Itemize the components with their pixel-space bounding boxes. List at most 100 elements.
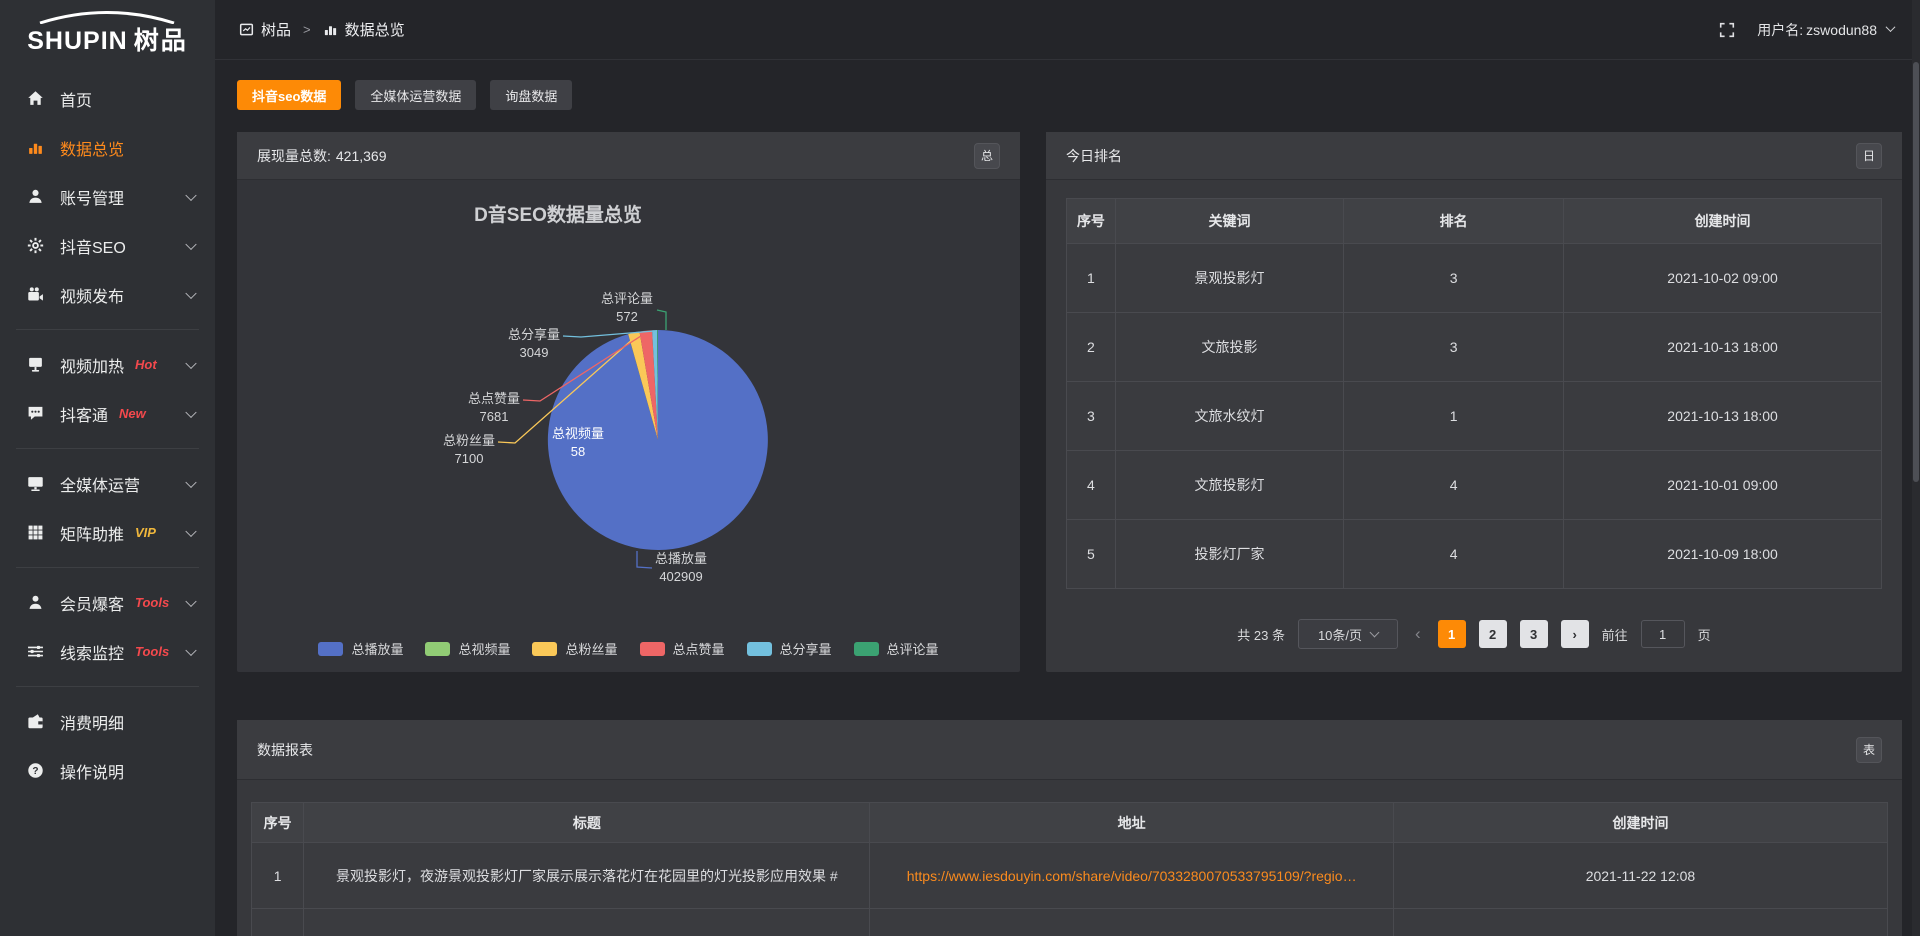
- cell: 2021-10-13 18:00: [1564, 313, 1882, 382]
- breadcrumb-item-overview[interactable]: 数据总览: [323, 19, 405, 40]
- report-panel-header: 数据报表 表: [237, 720, 1902, 780]
- app-icon: [239, 22, 254, 37]
- chart-legend: 总播放量 总视频量 总粉丝量 总点赞量 总分享量 总评论量: [237, 639, 1020, 658]
- chart-title: D音SEO数据量总览: [237, 200, 879, 227]
- legend-swatch: [532, 642, 557, 656]
- cell: [252, 909, 304, 936]
- sidebar-item-clue-monitor[interactable]: 线索监控 Tools: [0, 627, 215, 676]
- tab-inquiry-data[interactable]: 询盘数据: [490, 80, 572, 110]
- pie-label-4: 总分享量3049: [508, 326, 560, 362]
- sidebar-item-badge: VIP: [135, 525, 156, 540]
- brand-cn: 树品: [134, 27, 188, 55]
- sidebar-item-consume-detail[interactable]: 消费明细: [0, 697, 215, 746]
- sidebar-item-help[interactable]: ? 操作说明: [0, 746, 215, 795]
- sidebar-divider: [16, 567, 199, 568]
- page-size-value: 10条/页: [1318, 625, 1362, 644]
- brand-name: SHUPIN树品: [27, 21, 187, 57]
- sidebar-item-media-ops[interactable]: 全媒体运营: [0, 459, 215, 508]
- page-button-3[interactable]: 3: [1520, 620, 1548, 648]
- pie-label-value: 3049: [508, 344, 560, 362]
- legend-item-4[interactable]: 总分享量: [747, 639, 832, 658]
- pie-chart[interactable]: [237, 180, 1020, 672]
- legend-item-1[interactable]: 总视频量: [425, 639, 510, 658]
- cell: 文旅投影: [1115, 313, 1343, 382]
- impression-total: 展现量总数: 421,369: [257, 146, 387, 166]
- legend-item-2[interactable]: 总粉丝量: [532, 639, 617, 658]
- sidebar-item-label: 线索监控: [60, 640, 124, 664]
- sidebar-item-account[interactable]: 账号管理: [0, 172, 215, 221]
- pie-label-value: 402909: [655, 568, 707, 586]
- monitor-icon: [27, 475, 47, 492]
- tab-bar: 抖音seo数据全媒体运营数据询盘数据: [237, 80, 1902, 110]
- pie-label-line: [637, 551, 652, 568]
- sidebar-item-douketong[interactable]: 抖客通New: [0, 389, 215, 438]
- sidebar-item-badge: Tools: [135, 644, 169, 659]
- total-view-button[interactable]: 总: [974, 143, 1000, 169]
- sidebar-item-member-baoke[interactable]: 会员爆客Tools: [0, 578, 215, 627]
- legend-swatch: [318, 642, 343, 656]
- tab-douyin-seo-data[interactable]: 抖音seo数据: [237, 80, 341, 110]
- table-row: 1景观投影灯，夜游景观投影灯厂家展示展示落花灯在花园里的灯光投影应用效果 #ht…: [252, 843, 1888, 909]
- pie-label-name: 总粉丝量: [443, 432, 495, 450]
- page-button-2[interactable]: 2: [1479, 620, 1507, 648]
- cell: 4: [1344, 520, 1564, 589]
- page-size-select[interactable]: 10条/页: [1298, 619, 1398, 649]
- daily-view-button[interactable]: 日: [1856, 143, 1882, 169]
- table-header-row: 序号标题地址创建时间: [252, 803, 1888, 843]
- legend-item-5[interactable]: 总评论量: [854, 639, 939, 658]
- svg-text:?: ?: [32, 766, 38, 777]
- scrollbar-thumb[interactable]: [1913, 62, 1919, 482]
- cell: 5: [1067, 520, 1116, 589]
- prev-page-button[interactable]: ‹: [1411, 624, 1425, 644]
- cell: [870, 909, 1394, 936]
- page-button-1[interactable]: 1: [1438, 620, 1466, 648]
- pie-label-value: 7100: [443, 450, 495, 468]
- sliders-icon: [27, 643, 47, 660]
- goto-label: 前往: [1602, 625, 1628, 644]
- sidebar-item-label: 全媒体运营: [60, 472, 140, 496]
- tab-media-ops-data[interactable]: 全媒体运营数据: [355, 80, 476, 110]
- sidebar-item-label: 抖音SEO: [60, 234, 126, 258]
- pie-label-3: 总点赞量7681: [468, 390, 520, 426]
- main-area: 树品 > 数据总览 用户名: zswodun88: [215, 0, 1920, 936]
- pie-label-1: 总视频量58: [552, 425, 604, 461]
- chevron-down-icon: [185, 406, 196, 417]
- sidebar: SHUPIN树品 首页数据总览账号管理抖音SEO 视频发布视频加热Hot抖客通Ne…: [0, 0, 215, 936]
- sidebar-item-matrix-boost[interactable]: 矩阵助推VIP: [0, 508, 215, 557]
- legend-item-3[interactable]: 总点赞量: [640, 639, 725, 658]
- sidebar-item-overview[interactable]: 数据总览: [0, 123, 215, 172]
- breadcrumb-item-home[interactable]: 树品: [239, 19, 291, 40]
- table-view-button[interactable]: 表: [1856, 737, 1882, 763]
- page-scrollbar[interactable]: [1912, 0, 1920, 936]
- chart-panel: 展现量总数: 421,369 总 D音SEO数据量总览 总播放量 总视频量 总粉丝量…: [237, 132, 1020, 672]
- cell-time: 2021-11-22 12:08: [1393, 843, 1887, 909]
- sidebar-divider: [16, 329, 199, 330]
- next-page-button[interactable]: ›: [1561, 620, 1589, 648]
- column-header: 序号: [252, 803, 304, 843]
- goto-suffix: 页: [1698, 625, 1711, 644]
- pagination-total: 共 23 条: [1237, 625, 1285, 644]
- user-menu[interactable]: 用户名: zswodun88: [1757, 20, 1894, 40]
- cell: 1: [1067, 244, 1116, 313]
- fullscreen-icon[interactable]: [1719, 22, 1735, 38]
- sidebar-item-video-heat[interactable]: 视频加热Hot: [0, 340, 215, 389]
- impression-total-value: 421,369: [336, 148, 387, 164]
- sidebar-item-label: 视频发布: [60, 283, 124, 307]
- sidebar-item-badge: Hot: [135, 357, 157, 372]
- sidebar-item-home[interactable]: 首页: [0, 74, 215, 123]
- overview-icon: [323, 22, 338, 37]
- breadcrumb-label: 树品: [261, 19, 291, 40]
- sidebar-item-label: 操作说明: [60, 759, 124, 783]
- legend-item-0[interactable]: 总播放量: [318, 639, 403, 658]
- pie-chart-container: D音SEO数据量总览 总播放量总视频量总粉丝量总点赞量总分享量总评论量 总播放量…: [237, 180, 1020, 672]
- legend-label: 总粉丝量: [565, 639, 617, 658]
- cell: 2021-10-09 18:00: [1564, 520, 1882, 589]
- app-root: SHUPIN树品 首页数据总览账号管理抖音SEO视频发布视频加热Hot抖客通Ne…: [0, 0, 1920, 936]
- video-link[interactable]: https://www.iesdouyin.com/share/video/70…: [907, 868, 1357, 884]
- legend-label: 总点赞量: [673, 639, 725, 658]
- goto-page-input[interactable]: [1641, 620, 1685, 648]
- table-row: 4文旅投影灯42021-10-01 09:00: [1067, 451, 1882, 520]
- sidebar-item-video-publish[interactable]: 视频发布: [0, 270, 215, 319]
- username-value: zswodun88: [1806, 22, 1877, 38]
- sidebar-item-douyin-seo[interactable]: 抖音SEO: [0, 221, 215, 270]
